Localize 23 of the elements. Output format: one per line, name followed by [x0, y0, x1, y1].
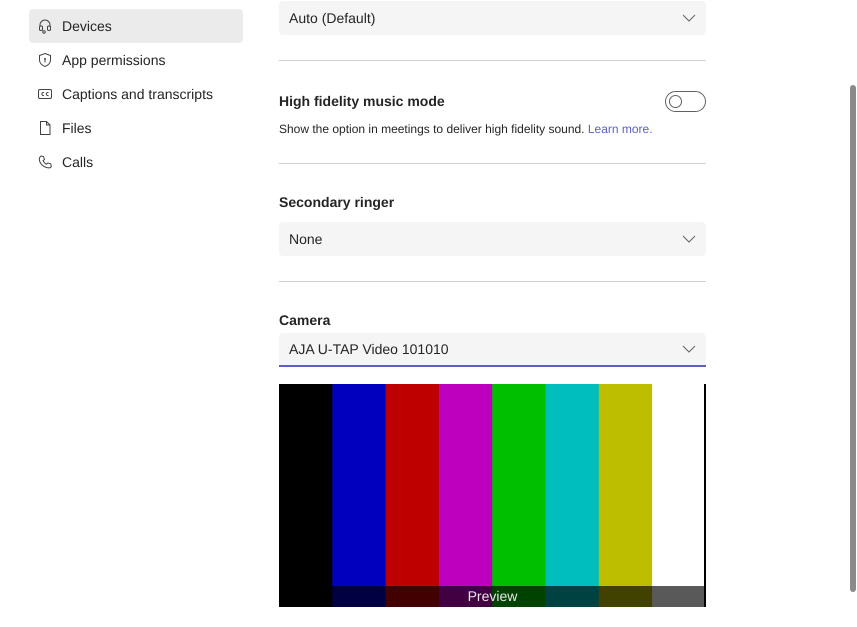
chevron-down-icon	[682, 345, 696, 353]
section-title: Secondary ringer	[279, 193, 396, 212]
sidebar-item[interactable]: App permissions	[29, 43, 243, 77]
sidebar-item[interactable]: Captions and transcripts	[29, 77, 243, 111]
sidebar-item[interactable]: Devices	[29, 9, 243, 43]
section-title: High fidelity music mode	[279, 92, 445, 111]
learn-more-link[interactable]: Learn more.	[588, 122, 653, 136]
shield-icon	[37, 52, 53, 68]
dropdown[interactable]: Auto (Default)	[279, 1, 706, 35]
toggle-switch[interactable]	[665, 91, 706, 112]
dropdown[interactable]: None	[279, 222, 706, 256]
captions-icon	[37, 86, 53, 102]
sidebar-item[interactable]: Files	[29, 111, 243, 145]
chevron-down-icon	[682, 235, 696, 243]
sidebar-item[interactable]: Calls	[29, 145, 243, 179]
scrollbar[interactable]	[850, 85, 856, 592]
section-title: Camera	[279, 311, 332, 330]
headset-icon	[37, 18, 53, 34]
chevron-down-icon	[682, 14, 696, 22]
dropdown[interactable]: AJA U-TAP Video 101010	[279, 333, 706, 367]
description: Show the option in meetings to deliver high fidelity sound. Learn more.	[279, 121, 654, 138]
file-icon	[37, 120, 53, 136]
phone-icon	[37, 154, 53, 170]
